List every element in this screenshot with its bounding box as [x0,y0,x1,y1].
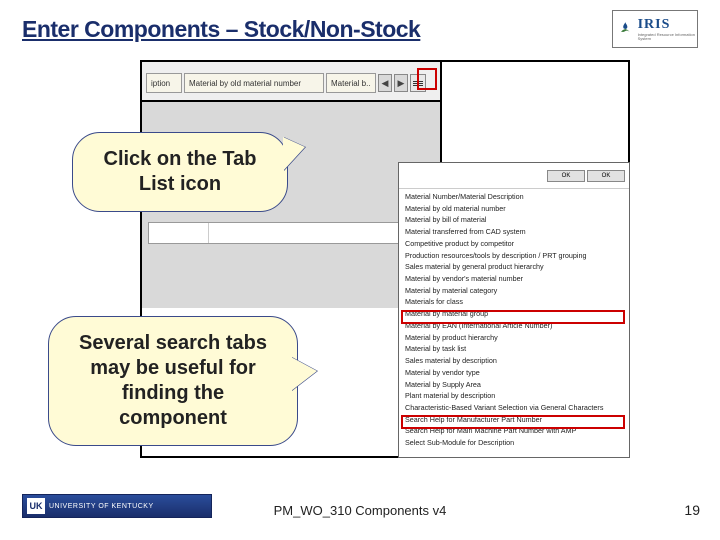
tab-material-truncated[interactable]: Material b.. [326,73,376,93]
dropdown-item[interactable]: Material by product hierarchy [399,332,629,344]
dropdown-item[interactable]: Plant material by description [399,390,629,402]
dropdown-item[interactable]: Select Sub-Module for Description [399,437,629,449]
tab-old-material[interactable]: Material by old material number [184,73,324,93]
top-sap-window: iption Material by old material number M… [142,62,442,102]
dropdown-item[interactable]: Sales material by description [399,355,629,367]
tab-scroll-left-icon[interactable]: ◀ [378,74,392,92]
sap-field-1[interactable] [149,223,209,243]
dropdown-item[interactable]: Material by bill of material [399,214,629,226]
dropdown-item[interactable]: Material transferred from CAD system [399,226,629,238]
tab-scroll-right-icon[interactable]: ▶ [394,74,408,92]
tab-fragment[interactable]: iption [146,73,182,93]
callout-search-tabs: Several search tabs may be useful for fi… [48,316,298,446]
iris-logo-text: IRIS [638,17,697,33]
ok-button-2[interactable]: OK [587,170,625,182]
footer-page-number: 19 [684,502,700,518]
iris-logo: IRIS Integrated Resource Information Sys… [612,10,698,48]
callout-tab-list: Click on the Tab List icon [72,132,288,212]
dropdown-item[interactable]: Production resources/tools by descriptio… [399,250,629,262]
dropdown-item[interactable]: Material by vendor type [399,367,629,379]
page-title: Enter Components – Stock/Non-Stock [22,16,420,43]
sap-field-2[interactable] [209,223,407,243]
dropdown-item[interactable]: Sales material by general product hierar… [399,261,629,273]
sap-input-row[interactable] [148,222,408,244]
dropdown-item[interactable]: Material by material group [399,308,629,320]
dropdown-item[interactable]: Search Help for Manufacturer Part Number [399,414,629,426]
callout-tail-icon [291,357,317,391]
dropdown-item[interactable]: Characteristic-Based Variant Selection v… [399,402,629,414]
dropdown-item[interactable]: Search Help for Main Machine Part Number… [399,425,629,437]
callout-search-tabs-text: Several search tabs may be useful for fi… [79,332,267,429]
tab-list-icon[interactable] [410,74,426,92]
dropdown-item[interactable]: Competitive product by competitor [399,238,629,250]
dropdown-item[interactable]: Material Number/Material Description [399,191,629,203]
iris-flower-icon [617,19,634,39]
callout-tail-icon [283,137,305,171]
dropdown-item[interactable]: Material by task list [399,343,629,355]
dropdown-item[interactable]: Material by vendor's material number [399,273,629,285]
dropdown-item[interactable]: Material by material category [399,285,629,297]
dropdown-list: Material Number/Material DescriptionMate… [399,189,629,451]
ok-button-1[interactable]: OK [547,170,585,182]
dropdown-item[interactable]: Materials for class [399,296,629,308]
footer-doc-id: PM_WO_310 Components v4 [0,503,720,518]
tab-list-dropdown: OK OK Material Number/Material Descripti… [398,162,630,458]
dropdown-item[interactable]: Material by Supply Area [399,379,629,391]
dropdown-item[interactable]: Material by EAN (International Article N… [399,320,629,332]
callout-tab-list-text: Click on the Tab List icon [104,148,257,195]
iris-logo-subtitle: Integrated Resource Information System [638,33,697,41]
dropdown-item[interactable]: Material by old material number [399,203,629,215]
